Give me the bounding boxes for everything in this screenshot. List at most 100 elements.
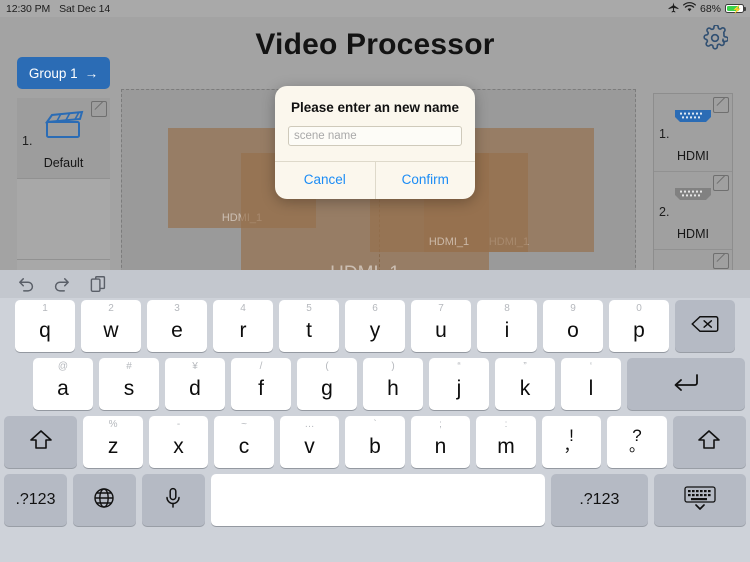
key-hint: ! [569,426,574,445]
key-label: s [123,376,135,400]
key-hint: ) [391,361,395,372]
key-hint: … [304,419,315,430]
key-m[interactable]: :m [476,416,536,468]
keyboard-row-1: 1q 2w 3e 4r 5t 6y 7u 8i 9o 0p [4,300,746,352]
key-hint: 0 [636,303,642,314]
key-r[interactable]: 4r [213,300,273,352]
key-label: q [39,318,51,342]
cancel-button[interactable]: Cancel [275,162,375,199]
key-label: n [434,434,447,458]
screen: 12:30 PM Sat Dec 14 68% ⚡ Video Processo… [0,0,750,562]
key-f[interactable]: / f [231,358,291,410]
shift-icon [29,429,53,456]
key-v[interactable]: … v [279,416,340,468]
key-e[interactable]: 3e [147,300,207,352]
key-o[interactable]: 9o [543,300,603,352]
key-w[interactable]: 2w [81,300,141,352]
key-label: x [173,434,184,458]
key-t[interactable]: 5t [279,300,339,352]
key-hint: ” [523,361,527,372]
key-q[interactable]: 1q [15,300,75,352]
key-g[interactable]: (g [297,358,357,410]
key-label: a [57,376,69,400]
scene-name-input[interactable] [288,126,462,146]
key-hint: ; [439,419,442,430]
key-label: f [258,376,264,400]
keyboard-toolbar [0,270,750,298]
keyboard-row-2: @ a # s ¥ d / f (g ) h “j ” k ‘l [4,358,746,410]
dialog-title: Please enter an new name [290,100,460,115]
key-label: d [189,376,201,400]
space-key[interactable] [210,474,546,526]
key-hint: / [259,361,263,372]
key-hint: 1 [42,303,48,314]
key-label: .?123 [579,491,620,508]
key-hint: 2 [108,303,114,314]
microphone-icon [164,487,182,514]
key-hint: “ [457,361,461,372]
key-j[interactable]: “j [429,358,489,410]
key-p[interactable]: 0p [609,300,669,352]
key-hint: % [108,419,118,430]
key-x[interactable]: -x [148,416,209,468]
key-hint: ~ [241,419,247,430]
key-u[interactable]: 7u [411,300,471,352]
hide-keyboard-icon [683,485,717,516]
key-label: i [504,318,510,342]
key-comma[interactable]: !， [541,416,602,468]
key-label: r [239,318,247,342]
key-hint: 5 [306,303,312,314]
key-y[interactable]: 6y [345,300,405,352]
key-i[interactable]: 8i [477,300,537,352]
key-a[interactable]: @ a [33,358,93,410]
key-hint: : [504,419,508,430]
key-d[interactable]: ¥ d [165,358,225,410]
microphone-key[interactable] [141,474,205,526]
key-label: m [497,434,515,458]
paste-icon[interactable] [90,275,106,293]
return-key[interactable] [627,358,745,410]
globe-icon [93,487,115,514]
numbers-key-left[interactable]: .?123 [4,474,67,526]
numbers-key-right[interactable]: .?123 [551,474,648,526]
key-period[interactable]: ?。 [607,416,667,468]
confirm-button[interactable]: Confirm [376,162,476,199]
key-b[interactable]: ` b [345,416,405,468]
key-s[interactable]: # s [99,358,159,410]
key-hint: 3 [174,303,180,314]
redo-icon[interactable] [53,276,72,292]
dialog-actions: Cancel Confirm [275,161,475,199]
key-hint: 4 [240,303,246,314]
key-n[interactable]: ; n [410,416,471,468]
shift-key-right[interactable] [672,416,747,468]
key-hint: 9 [570,303,576,314]
backspace-key[interactable] [675,300,735,352]
hide-keyboard-key[interactable] [653,474,746,526]
key-c[interactable]: ~ c [214,416,274,468]
key-label: p [633,318,645,342]
undo-icon[interactable] [16,276,35,292]
key-label: z [107,434,119,458]
key-label: b [369,434,381,458]
shift-key-left[interactable] [3,416,78,468]
key-h[interactable]: ) h [363,358,423,410]
key-label: l [588,376,594,400]
key-l[interactable]: ‘l [561,358,621,410]
key-hint: 8 [504,303,510,314]
shift-icon [697,429,721,456]
globe-key[interactable] [72,474,136,526]
key-k[interactable]: ” k [495,358,555,410]
key-label: y [369,318,381,342]
key-hint: # [126,361,132,372]
key-label: o [567,318,579,342]
key-hint: 7 [438,303,444,314]
key-label: u [435,318,447,342]
key-z[interactable]: % z [83,416,143,468]
key-label: c [238,434,250,458]
key-hint: 6 [372,303,378,314]
key-hint: ( [325,361,329,372]
return-icon [672,372,700,397]
key-hint: ¥ [192,361,198,372]
key-hint: ? [632,426,642,445]
onscreen-keyboard: 1q 2w 3e 4r 5t 6y 7u 8i 9o 0p @ a # s ¥ … [0,270,750,562]
